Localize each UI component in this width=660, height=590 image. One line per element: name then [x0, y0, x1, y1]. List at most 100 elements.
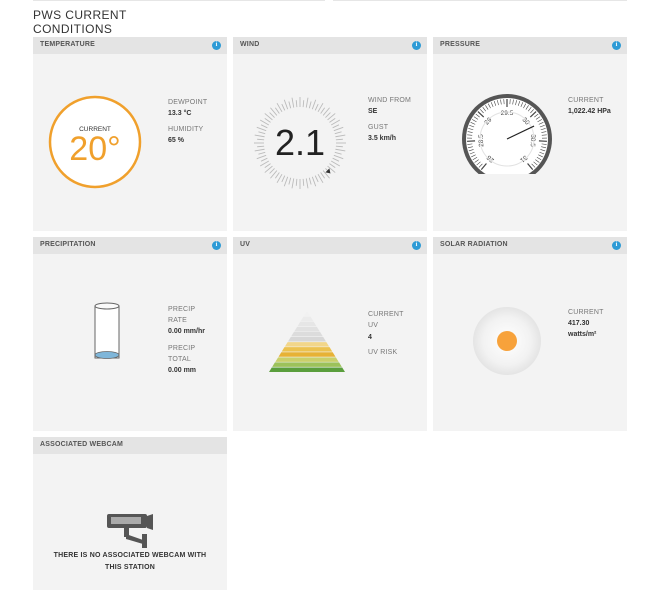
- pressure-header: PRESSURE i: [433, 37, 627, 54]
- wind-card: WIND i 2.1 WIND FROM SE GUST 3.5 km/h: [233, 37, 427, 231]
- wind-tick: [254, 134, 265, 138]
- uv-header: UV i: [233, 237, 427, 254]
- camera-mount-arm: [126, 534, 143, 544]
- wind-tick: [302, 100, 305, 108]
- precip-rate-value: 0.00 mm/hr: [168, 328, 205, 335]
- pressure-gauge-gap: [477, 174, 537, 194]
- uv-pyramid-band: [291, 331, 323, 337]
- wind-tick: [256, 126, 267, 132]
- wind-info-icon[interactable]: i: [412, 41, 421, 50]
- temperature-current-value: 20°: [69, 130, 120, 168]
- solar-header: SOLAR RADIATION i: [433, 237, 627, 254]
- no-webcam-line-2: THIS STATION: [105, 564, 155, 571]
- wind-tick: [274, 172, 280, 179]
- wind-tick: [254, 148, 265, 152]
- no-webcam-line-1: THERE IS NO ASSOCIATED WEBCAM WITH: [53, 552, 207, 559]
- uv-pyramid-band: [278, 352, 336, 357]
- precip-rate-label-1: PRECIP: [168, 306, 196, 313]
- pressure-tick-label: 30.5: [529, 134, 537, 147]
- wind-tick: [308, 101, 312, 109]
- humidity-value: 65 %: [168, 137, 184, 144]
- uv-pyramid-band: [275, 357, 339, 362]
- pressure-tick-label: 29.5: [501, 110, 514, 117]
- uv-pyramid-band: [288, 337, 326, 342]
- wind-tick: [335, 138, 343, 141]
- wind-tick: [333, 126, 344, 132]
- webcam-header: ASSOCIATED WEBCAM: [33, 437, 227, 454]
- uv-title: UV: [240, 241, 251, 248]
- wind-tick: [329, 117, 336, 123]
- wind-tick: [269, 168, 275, 174]
- pressure-tick-label: 28.5: [478, 134, 486, 147]
- uv-pyramid-band: [294, 326, 320, 332]
- wind-tick: [305, 178, 309, 189]
- temperature-header: TEMPERATURE i: [33, 37, 227, 54]
- precipitation-info-icon[interactable]: i: [212, 241, 221, 250]
- uv-pyramid-band: [297, 321, 317, 327]
- webcam-title: ASSOCIATED WEBCAM: [40, 441, 123, 448]
- wind-tick: [302, 178, 305, 186]
- wind-speed-value: 2.1: [275, 122, 325, 163]
- solar-unit: watts/m²: [568, 331, 597, 338]
- wind-tick: [335, 145, 343, 148]
- no-webcam-message: THERE IS NO ASSOCIATED WEBCAM WITH THIS …: [33, 550, 227, 574]
- wind-tick: [283, 99, 289, 110]
- wind-tick: [325, 112, 331, 118]
- precip-total-label-2: TOTAL: [168, 356, 191, 363]
- wind-tick: [281, 103, 286, 111]
- uv-current-value: 4: [368, 334, 372, 341]
- rain-gauge-tube: [94, 305, 120, 359]
- uv-current-label-2: UV: [368, 322, 379, 329]
- pressure-title: PRESSURE: [440, 41, 481, 48]
- wind-tick: [333, 154, 344, 160]
- wind-title: WIND: [240, 41, 260, 48]
- camera-lens: [147, 514, 153, 530]
- precip-total-label-1: PRECIP: [168, 345, 196, 352]
- temperature-info-icon[interactable]: i: [212, 41, 221, 50]
- uv-pyramid: [269, 311, 345, 372]
- wind-compass: 2.1: [254, 97, 346, 189]
- wind-tick: [334, 151, 342, 155]
- solar-info-icon[interactable]: i: [612, 241, 621, 250]
- wind-from-label: WIND FROM: [368, 97, 412, 104]
- pressure-current-label: CURRENT: [568, 97, 604, 104]
- wind-tick: [269, 112, 275, 118]
- temperature-title: TEMPERATURE: [40, 41, 95, 48]
- camera-window: [111, 517, 141, 524]
- wind-from-value: SE: [368, 108, 378, 115]
- precip-total-value: 0.00 mm: [168, 367, 197, 374]
- top-dividers: [33, 0, 627, 2]
- wind-tick: [257, 138, 265, 141]
- uv-pyramid-band: [303, 311, 311, 317]
- pressure-gauge: 2828.52929.53030.531: [462, 94, 552, 194]
- pressure-info-icon[interactable]: i: [612, 41, 621, 50]
- wind-tick: [332, 124, 340, 129]
- wind-tick: [295, 100, 298, 108]
- wind-tick: [274, 107, 280, 114]
- wind-tick: [320, 172, 326, 179]
- wind-tick: [264, 163, 271, 169]
- divider-left: [33, 0, 325, 1]
- uv-current-label-1: CURRENT: [368, 311, 404, 318]
- wind-tick: [335, 134, 346, 138]
- wind-tick: [329, 163, 336, 169]
- solar-title: SOLAR RADIATION: [440, 241, 508, 248]
- wind-tick: [332, 157, 340, 162]
- wind-tick: [256, 154, 267, 160]
- solar-radiation-icon: [473, 307, 541, 375]
- pressure-card: PRESSURE i 28 28.5 29 29.5 30 30.5 31 CURRENT …: [433, 37, 627, 231]
- wind-tick: [260, 157, 268, 162]
- gust-label: GUST: [368, 124, 389, 131]
- divider-right: [333, 0, 627, 1]
- sun-icon: [497, 331, 517, 351]
- uv-pyramid-band: [300, 316, 314, 322]
- precip-rate-label-2: RATE: [168, 317, 187, 324]
- wind-tick: [308, 177, 312, 185]
- uv-risk-label: UV RISK: [368, 349, 398, 356]
- precipitation-card: PRECIPITATION i PRECIP RATE 0.00 mm/hr P…: [33, 237, 227, 431]
- wind-tick: [258, 151, 266, 155]
- wind-tick: [311, 99, 317, 110]
- camera-mount: [142, 534, 147, 548]
- wind-tick: [291, 97, 295, 108]
- uv-info-icon[interactable]: i: [412, 241, 421, 250]
